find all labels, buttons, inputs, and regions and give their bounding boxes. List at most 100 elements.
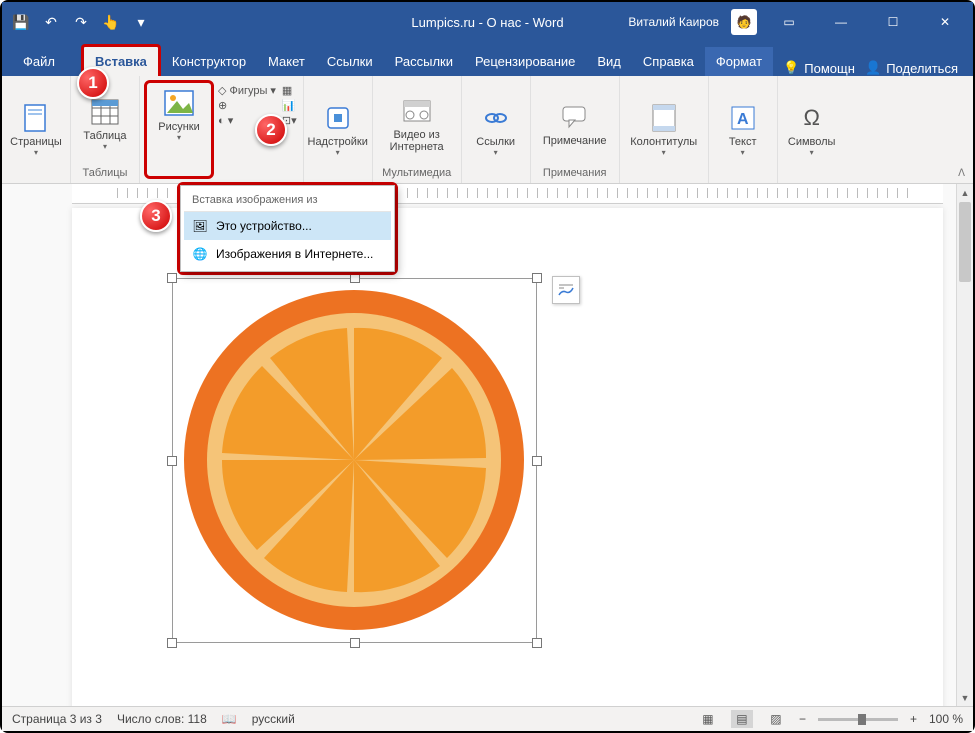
tab-view[interactable]: Вид [586, 47, 632, 76]
resize-handle-mr[interactable] [532, 456, 542, 466]
language-indicator[interactable]: русский [252, 712, 295, 726]
symbols-button[interactable]: Ω Символы ▾ [782, 80, 842, 179]
touch-icon[interactable]: 👆 [100, 11, 122, 33]
selected-image[interactable] [172, 278, 537, 643]
chevron-down-icon: ▾ [741, 148, 745, 157]
share-button[interactable]: 👤 Поделиться [865, 60, 973, 76]
tab-mailings[interactable]: Рассылки [384, 47, 464, 76]
chevron-down-icon: ▾ [494, 148, 498, 157]
selection-border [172, 278, 537, 643]
minimize-button[interactable]: — [821, 2, 861, 42]
zoom-out-button[interactable]: − [799, 712, 806, 726]
annotation-marker-2: 2 [255, 114, 287, 146]
quick-access-toolbar: 💾 ↶ ↷ 👆 ▾ [10, 11, 152, 33]
ribbon: Страницы ▾ Таблица ▾ Таблицы Рисунки ▾ [2, 76, 973, 184]
shapes-icon: ◇ [218, 84, 226, 97]
annotation-marker-3: 3 [140, 200, 172, 232]
user-name[interactable]: Виталий Каиров [628, 15, 719, 29]
group-headerfooter: Колонтитулы ▾ [620, 76, 709, 183]
tab-design[interactable]: Конструктор [161, 47, 257, 76]
resize-handle-tr[interactable] [532, 273, 542, 283]
tab-format[interactable]: Формат [705, 47, 773, 76]
pictures-button[interactable]: Рисунки ▾ [149, 85, 209, 144]
group-label-comments: Примечания [543, 167, 607, 181]
share-icon: 👤 [865, 60, 881, 76]
chevron-down-icon: ▾ [810, 148, 814, 157]
undo-icon[interactable]: ↶ [40, 11, 62, 33]
qat-dropdown-icon[interactable]: ▾ [130, 11, 152, 33]
group-addins: Надстройки ▾ [304, 76, 373, 183]
pictures-dropdown: Вставка изображения из 🖼 Это устройство.… [180, 185, 395, 272]
word-count[interactable]: Число слов: 118 [117, 712, 207, 726]
icons-button[interactable]: ⊕ [218, 99, 276, 112]
window-title: Lumpics.ru - О нас - Word [411, 15, 563, 30]
resize-handle-br[interactable] [532, 638, 542, 648]
chart-button[interactable]: 📊 [282, 99, 297, 112]
collapse-ribbon-icon[interactable]: ᐱ [958, 168, 965, 179]
document-area: ▲ ▼ [2, 184, 973, 706]
dropdown-this-device[interactable]: 🖼 Это устройство... [184, 212, 391, 240]
dropdown-online-pictures[interactable]: 🌐 Изображения в Интернете... [184, 240, 391, 268]
tab-file[interactable]: Файл [12, 47, 66, 76]
comment-icon [559, 101, 591, 133]
tell-me[interactable]: 💡 Помощн [783, 60, 855, 76]
resize-handle-bl[interactable] [167, 638, 177, 648]
zoom-slider[interactable] [818, 718, 898, 721]
zoom-in-button[interactable]: + [910, 712, 917, 726]
pages-button[interactable]: Страницы ▾ [6, 80, 66, 179]
layout-options-button[interactable] [552, 276, 580, 304]
vertical-scrollbar[interactable]: ▲ ▼ [956, 184, 973, 706]
picture-icon [163, 87, 195, 119]
titlebar: 💾 ↶ ↷ 👆 ▾ Lumpics.ru - О нас - Word Вита… [2, 2, 973, 42]
scrollbar-thumb[interactable] [959, 202, 971, 282]
addins-button[interactable]: Надстройки ▾ [308, 80, 368, 179]
addins-icon [322, 102, 354, 134]
svg-text:A: A [737, 111, 749, 128]
group-label-media: Мультимедиа [382, 167, 451, 181]
tab-references[interactable]: Ссылки [316, 47, 384, 76]
scroll-up-icon[interactable]: ▲ [957, 184, 973, 201]
chevron-down-icon: ▾ [662, 148, 666, 157]
online-video-button[interactable]: Видео из Интернета [377, 80, 457, 167]
link-icon [480, 102, 512, 134]
spellcheck-icon[interactable]: 📖 [222, 712, 237, 726]
text-button[interactable]: A Текст ▾ [713, 80, 773, 179]
links-button[interactable]: Ссылки ▾ [466, 80, 526, 179]
annotation-marker-1: 1 [77, 67, 109, 99]
headerfooter-icon [648, 102, 680, 134]
page-icon [20, 102, 52, 134]
group-media: Видео из Интернета Мультимедиа [373, 76, 462, 183]
ribbon-display-icon[interactable]: ▭ [769, 2, 809, 42]
save-icon[interactable]: 💾 [10, 11, 32, 33]
redo-icon[interactable]: ↷ [70, 11, 92, 33]
smartart-button[interactable]: ▦ [282, 84, 297, 97]
device-icon: 🖼 [192, 218, 208, 234]
tab-layout[interactable]: Макет [257, 47, 316, 76]
print-layout-icon[interactable]: ▤ [731, 710, 753, 728]
page-indicator[interactable]: Страница 3 из 3 [12, 712, 102, 726]
layout-options-icon [557, 282, 575, 298]
web-layout-icon[interactable]: ▨ [765, 710, 787, 728]
tab-help[interactable]: Справка [632, 47, 705, 76]
user-avatar[interactable]: 🧑 [731, 9, 757, 35]
scroll-down-icon[interactable]: ▼ [957, 689, 973, 706]
maximize-button[interactable]: ☐ [873, 2, 913, 42]
ribbon-tabs: Файл Вставка Конструктор Макет Ссылки Ра… [2, 42, 973, 76]
comment-button[interactable]: Примечание [535, 80, 615, 167]
read-mode-icon[interactable]: ▦ [697, 710, 719, 728]
table-icon [89, 96, 121, 128]
zoom-level[interactable]: 100 % [929, 712, 963, 726]
group-text: A Текст ▾ [709, 76, 778, 183]
resize-handle-bm[interactable] [350, 638, 360, 648]
tab-review[interactable]: Рецензирование [464, 47, 586, 76]
group-links: Ссылки ▾ [462, 76, 531, 183]
shapes-button[interactable]: ◇Фигуры▾ [218, 84, 276, 97]
close-button[interactable]: ✕ [925, 2, 965, 42]
group-pages: Страницы ▾ [2, 76, 71, 183]
statusbar: Страница 3 из 3 Число слов: 118 📖 русски… [2, 706, 973, 731]
globe-icon: 🌐 [192, 246, 208, 262]
document-page[interactable] [72, 208, 943, 706]
resize-handle-ml[interactable] [167, 456, 177, 466]
resize-handle-tl[interactable] [167, 273, 177, 283]
headerfooter-button[interactable]: Колонтитулы ▾ [624, 80, 704, 179]
